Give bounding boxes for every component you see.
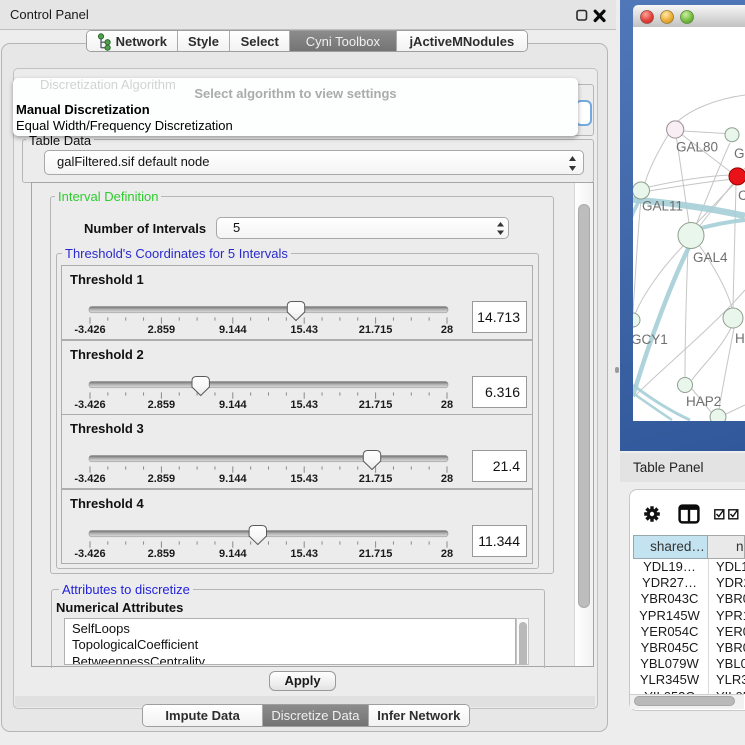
svg-text:H: H (735, 331, 745, 346)
svg-text:GCY1: GCY1 (633, 332, 668, 347)
svg-text:GAL4: GAL4 (693, 250, 728, 265)
svg-text:GAL80: GAL80 (676, 140, 718, 155)
svg-text:GAL11: GAL11 (642, 199, 683, 214)
svg-text:G.: G. (734, 146, 745, 161)
svg-text:C: C (738, 188, 745, 203)
svg-text:HAP2: HAP2 (686, 394, 721, 409)
